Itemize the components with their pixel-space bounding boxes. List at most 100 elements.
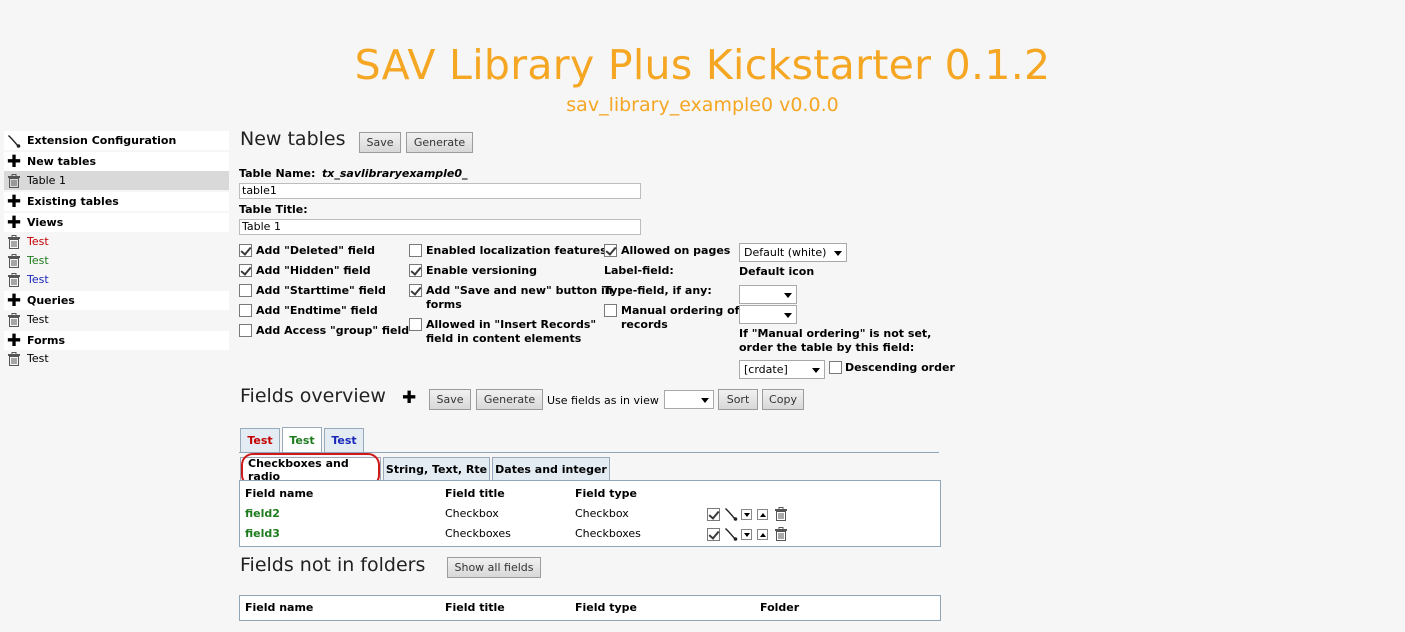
trash-icon[interactable] — [774, 527, 788, 544]
enable-versioning-checkbox[interactable] — [409, 264, 422, 277]
plus-icon[interactable]: ✚ — [4, 214, 24, 231]
table-name-input[interactable]: table1 — [239, 183, 641, 199]
insert-records-checkbox[interactable] — [409, 318, 422, 331]
order-field-select[interactable]: [crdate] — [739, 360, 825, 379]
sidebar-item-label: Extension Configuration — [27, 134, 177, 147]
move-up-icon[interactable] — [757, 529, 768, 540]
save-and-new-checkbox[interactable] — [409, 284, 422, 297]
fields-generate-button[interactable]: Generate — [476, 389, 543, 410]
sidebar-item-query-test[interactable]: Test — [4, 310, 229, 329]
manual-ordering-label-line2: records — [621, 318, 668, 331]
trash-icon[interactable] — [4, 173, 24, 188]
field-selected-checkbox[interactable] — [707, 508, 720, 521]
move-down-icon[interactable] — [741, 509, 752, 520]
plus-icon[interactable]: ✚ — [402, 390, 416, 407]
sidebar-item-label: New tables — [27, 155, 96, 168]
type-field-label: Type-field, if any: — [604, 284, 712, 297]
new-tables-heading: New tables — [240, 128, 346, 150]
order-field-select-value: [crdate] — [744, 363, 788, 376]
column-header-field-name: Field name — [245, 601, 314, 614]
add-starttime-label: Add "Starttime" field — [256, 284, 386, 297]
table-title-input[interactable]: Table 1 — [239, 219, 641, 235]
plus-icon[interactable]: ✚ — [4, 332, 24, 349]
column-header-field-type: Field type — [575, 601, 637, 614]
add-starttime-checkbox[interactable] — [239, 284, 252, 297]
insert-records-label-line2: field in content elements — [426, 332, 582, 345]
field-selected-checkbox[interactable] — [707, 528, 720, 541]
show-all-fields-button[interactable]: Show all fields — [447, 557, 541, 578]
sidebar-item-form-test[interactable]: Test — [4, 349, 229, 368]
default-icon-select-value: Default (white) — [744, 246, 827, 259]
table-title-label: Table Title: — [239, 203, 308, 216]
tab-view-test-green[interactable]: Test — [282, 427, 322, 452]
add-deleted-checkbox[interactable] — [239, 244, 252, 257]
manual-ordering-label-line1: Manual ordering of — [621, 304, 740, 317]
sidebar-item-label: Test — [27, 235, 49, 248]
descending-order-checkbox[interactable] — [829, 361, 842, 374]
trash-icon[interactable] — [4, 351, 24, 366]
label-field-select[interactable] — [739, 285, 797, 304]
sidebar-item-label: Existing tables — [27, 195, 119, 208]
enable-localization-checkbox[interactable] — [409, 244, 422, 257]
tab-string-text-rte[interactable]: String, Text, Rte — [383, 457, 490, 480]
sidebar-item-views[interactable]: ✚ Views — [4, 213, 229, 232]
sidebar-item-extension-configuration[interactable]: Extension Configuration — [4, 131, 229, 150]
table-name-label: Table Name: — [239, 167, 316, 180]
app-subtitle: sav_library_example0 v0.0.0 — [566, 94, 839, 116]
descending-order-label: Descending order — [845, 361, 955, 374]
allowed-on-pages-checkbox[interactable] — [604, 244, 617, 257]
sidebar-item-view-test-1[interactable]: Test — [4, 232, 229, 251]
plus-icon[interactable]: ✚ — [4, 153, 24, 170]
chevron-down-icon — [834, 251, 842, 256]
use-fields-label: Use fields as in view — [547, 394, 659, 407]
save-button[interactable]: Save — [359, 132, 401, 153]
copy-button[interactable]: Copy — [762, 389, 804, 410]
sidebar-item-view-test-2[interactable]: Test — [4, 251, 229, 270]
plus-icon[interactable]: ✚ — [4, 193, 24, 210]
sidebar-item-label: Test — [27, 273, 49, 286]
sidebar-item-existing-tables[interactable]: ✚ Existing tables — [4, 192, 229, 211]
trash-icon[interactable] — [4, 253, 24, 268]
default-icon-select[interactable]: Default (white) — [739, 243, 847, 262]
tab-view-test-red[interactable]: Test — [240, 428, 280, 452]
sidebar-item-view-test-3[interactable]: Test — [4, 270, 229, 289]
sidebar-item-table-1[interactable]: Table 1 — [4, 171, 229, 190]
sidebar-item-new-tables[interactable]: ✚ New tables — [4, 152, 229, 171]
tab-checkboxes-and-radio[interactable]: Checkboxes and radio — [240, 452, 381, 487]
trash-icon[interactable] — [4, 234, 24, 249]
trash-icon[interactable] — [4, 312, 24, 327]
chevron-down-icon — [812, 368, 820, 373]
chevron-down-icon — [701, 398, 709, 403]
sidebar-item-queries[interactable]: ✚ Queries — [4, 291, 229, 310]
move-up-icon[interactable] — [757, 509, 768, 520]
tab-dates-and-integer[interactable]: Dates and integer — [492, 457, 610, 480]
fields-save-button[interactable]: Save — [429, 389, 471, 410]
field-name-link[interactable]: field2 — [245, 507, 280, 520]
sort-button[interactable]: Sort — [718, 389, 758, 410]
tab-view-test-blue[interactable]: Test — [324, 428, 364, 452]
save-and-new-label-line2: forms — [426, 298, 462, 311]
field-name-link[interactable]: field3 — [245, 527, 280, 540]
add-access-group-checkbox[interactable] — [239, 324, 252, 337]
type-field-select[interactable] — [739, 305, 797, 324]
sidebar-item-label: Test — [27, 352, 49, 365]
plus-icon[interactable]: ✚ — [4, 292, 24, 309]
use-fields-view-select[interactable] — [664, 390, 714, 409]
wrench-icon[interactable] — [724, 527, 738, 544]
wrench-icon[interactable] — [724, 507, 738, 524]
trash-icon[interactable] — [4, 272, 24, 287]
ordering-note-line1: If "Manual ordering" is not set, — [739, 327, 932, 340]
label-field-label: Label-field: — [604, 264, 674, 277]
chevron-down-icon — [784, 293, 792, 298]
app-title: SAV Library Plus Kickstarter 0.1.2 — [354, 41, 1051, 89]
trash-icon[interactable] — [774, 507, 788, 524]
move-down-icon[interactable] — [741, 529, 752, 540]
add-access-group-label: Add Access "group" field — [256, 324, 410, 337]
sidebar-item-forms[interactable]: ✚ Forms — [4, 331, 229, 350]
generate-button[interactable]: Generate — [406, 132, 473, 153]
column-header-field-title: Field title — [445, 487, 505, 500]
tab-label: Test — [247, 434, 273, 447]
manual-ordering-checkbox[interactable] — [604, 304, 617, 317]
add-hidden-checkbox[interactable] — [239, 264, 252, 277]
add-endtime-checkbox[interactable] — [239, 304, 252, 317]
